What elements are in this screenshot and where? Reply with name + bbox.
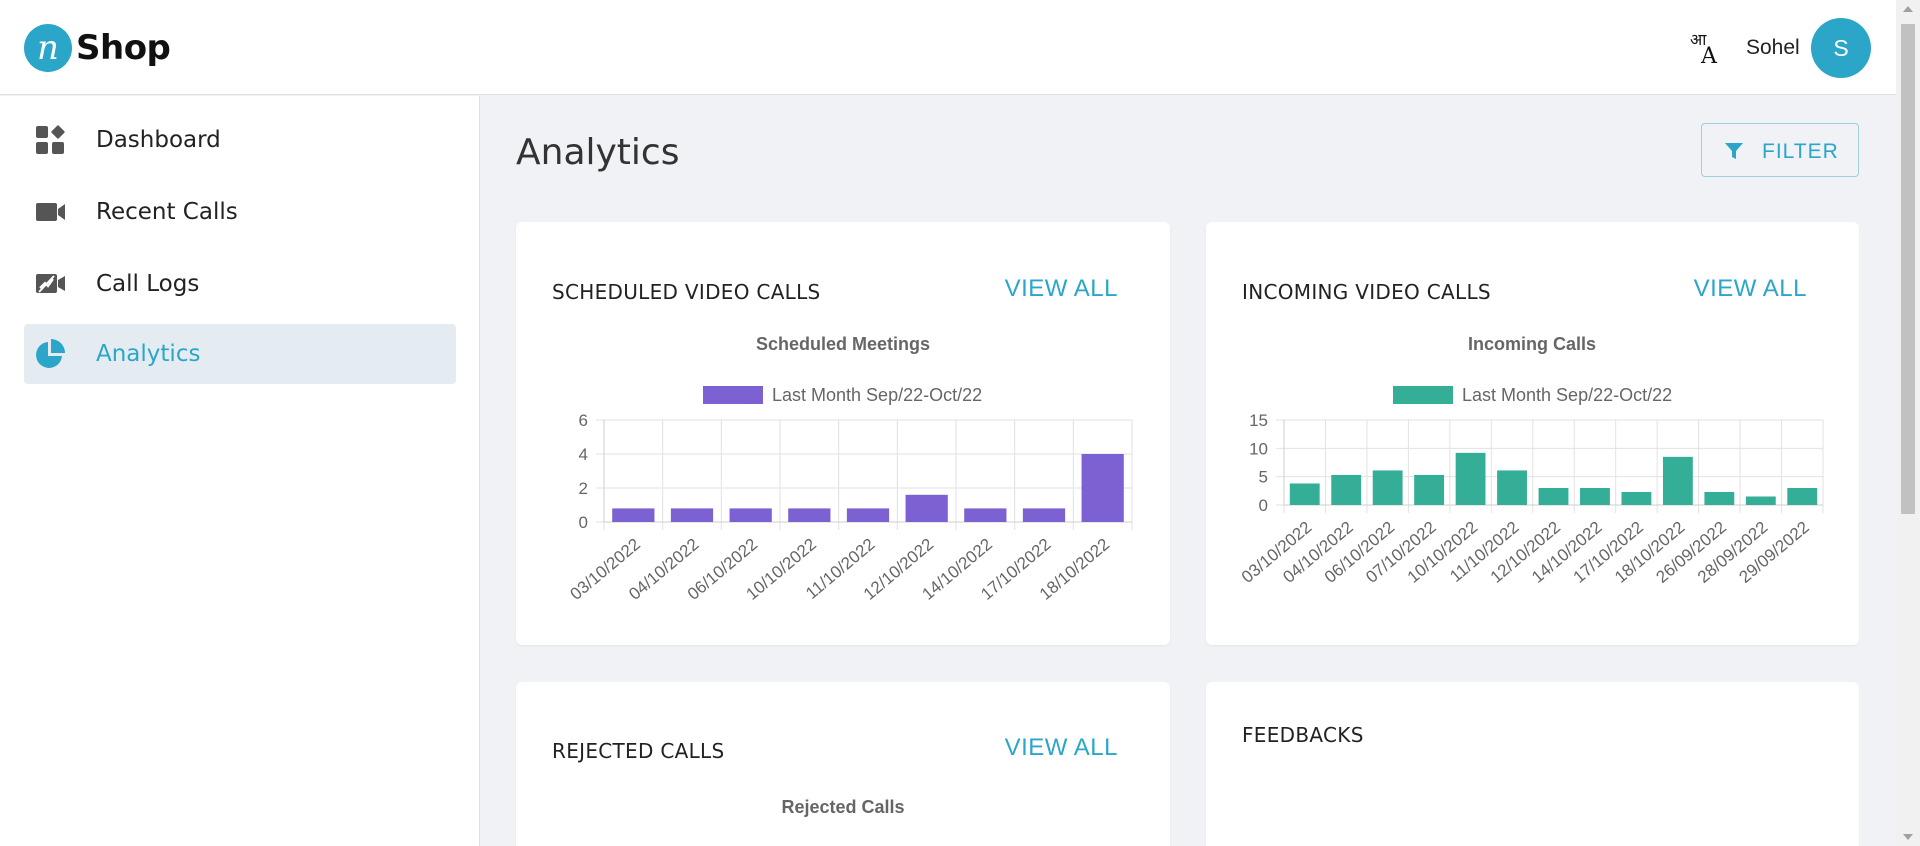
sidebar-item-analytics[interactable]: Analytics — [24, 324, 456, 384]
legend-label: Last Month Sep/22-Oct/22 — [772, 385, 982, 405]
svg-text:A: A — [1700, 44, 1718, 66]
bar — [846, 508, 890, 522]
chart-title: Incoming Calls — [1468, 334, 1596, 354]
bar — [1414, 474, 1445, 505]
scroll-thumb[interactable] — [1901, 24, 1915, 514]
bar — [1497, 470, 1527, 505]
bar — [612, 508, 655, 522]
bar — [1580, 488, 1610, 505]
bar — [1787, 488, 1818, 505]
incoming-video-calls-card: INCOMING VIDEO CALLS VIEW ALL Incoming C… — [1206, 222, 1859, 645]
bar — [1022, 508, 1066, 522]
sidebar-item-dashboard[interactable]: Dashboard — [24, 110, 456, 170]
logo-text: Shop — [76, 28, 171, 68]
scroll-down-arrow-icon[interactable] — [1903, 834, 1913, 840]
y-tick-label: 10 — [1249, 439, 1268, 458]
legend-swatch — [703, 386, 763, 404]
bar — [1081, 454, 1124, 522]
bar — [788, 508, 831, 522]
y-tick-label: 15 — [1249, 411, 1268, 430]
chart-title: Scheduled Meetings — [756, 334, 930, 354]
bar — [1289, 483, 1320, 505]
card-title: REJECTED CALLS — [552, 739, 725, 763]
top-header: n Shop आ A Sohel S — [0, 0, 1896, 95]
bar — [1455, 452, 1486, 505]
sidebar: Dashboard Recent Calls Call Logs Analyti… — [0, 96, 480, 846]
y-tick-label: 0 — [579, 513, 588, 532]
bar — [1745, 496, 1776, 505]
user-name: Sohel — [1746, 36, 1800, 59]
filter-icon — [1725, 143, 1743, 159]
page-title: Analytics — [516, 132, 680, 173]
sidebar-item-label: Analytics — [96, 341, 201, 367]
feedbacks-card: FEEDBACKS — [1206, 682, 1859, 846]
bar — [1372, 470, 1403, 505]
card-title: FEEDBACKS — [1242, 723, 1364, 747]
translate-icon[interactable]: आ A — [1688, 30, 1724, 66]
pie-chart-icon — [36, 339, 65, 368]
y-tick-label: 2 — [579, 479, 588, 498]
sidebar-item-call-logs[interactable]: Call Logs — [24, 254, 456, 314]
call-log-icon — [36, 274, 65, 293]
y-tick-label: 6 — [579, 411, 588, 430]
scroll-up-arrow-icon[interactable] — [1903, 6, 1913, 12]
view-all-link[interactable]: VIEW ALL — [1005, 734, 1118, 762]
bar — [1704, 491, 1735, 505]
logo-mark: n — [24, 24, 72, 72]
bar — [1331, 474, 1362, 505]
bar — [1538, 488, 1569, 505]
avatar[interactable]: S — [1811, 18, 1871, 78]
filter-button[interactable]: FILTER — [1701, 123, 1859, 177]
filter-label: FILTER — [1762, 140, 1839, 163]
bar — [1621, 491, 1652, 505]
page-scrollbar[interactable] — [1896, 0, 1920, 846]
dashboard-icon — [36, 125, 65, 154]
app-logo[interactable]: n Shop — [24, 24, 171, 72]
video-camera-icon — [36, 203, 65, 221]
chart-title: Rejected Calls — [781, 797, 905, 817]
bar — [670, 508, 714, 522]
y-tick-label: 0 — [1259, 496, 1268, 515]
scheduled-meetings-chart: Scheduled Meetings Last Month Sep/22-Oct/… — [567, 334, 1133, 604]
bar — [905, 494, 948, 522]
incoming-calls-chart: Incoming Calls Last Month Sep/22-Oct/22 0 5… — [1238, 334, 1824, 587]
legend-label: Last Month Sep/22-Oct/22 — [1462, 385, 1672, 405]
y-tick-label: 4 — [579, 445, 588, 464]
sidebar-item-label: Call Logs — [96, 271, 200, 297]
rejected-calls-card: REJECTED CALLS VIEW ALL Rejected Calls — [516, 682, 1170, 846]
bar — [964, 508, 1007, 522]
legend-swatch — [1393, 386, 1453, 404]
scheduled-video-calls-card: SCHEDULED VIDEO CALLS VIEW ALL Scheduled… — [516, 222, 1170, 645]
bar — [729, 508, 772, 522]
y-tick-label: 5 — [1259, 468, 1268, 487]
sidebar-item-recent-calls[interactable]: Recent Calls — [24, 182, 456, 242]
bar — [1662, 456, 1693, 505]
sidebar-item-label: Dashboard — [96, 127, 221, 153]
sidebar-item-label: Recent Calls — [96, 199, 238, 225]
